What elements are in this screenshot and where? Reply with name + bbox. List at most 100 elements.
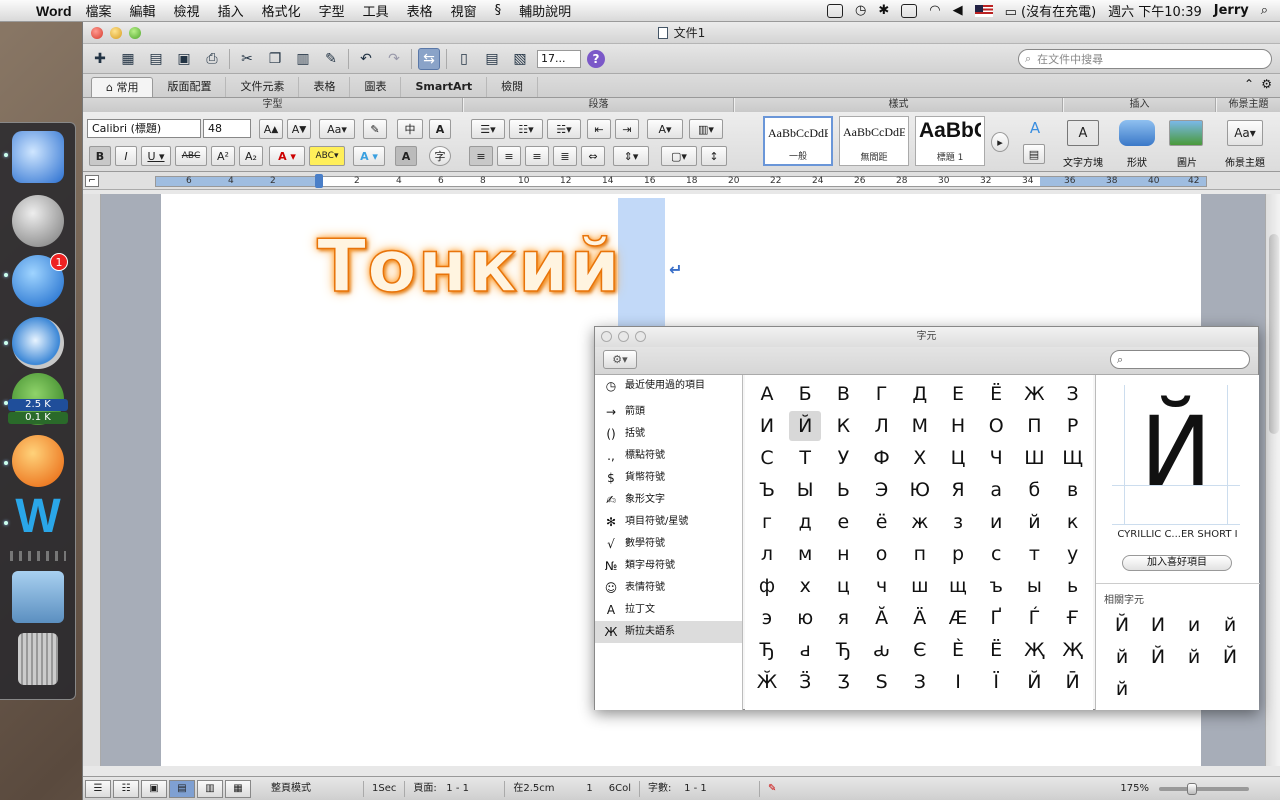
menu-insert[interactable]: 插入 [218, 1, 244, 20]
decrease-indent-button[interactable]: ⇤ [587, 119, 611, 139]
styles-next-button[interactable]: ▸ [991, 132, 1009, 152]
glyph-cell[interactable]: Ю [904, 475, 936, 505]
shape-icon[interactable] [1119, 120, 1155, 146]
menu-font[interactable]: 字型 [319, 1, 345, 20]
print-layout-view-button[interactable]: ▤ [169, 779, 195, 798]
spotlight-icon[interactable]: ⌕ [1261, 3, 1268, 18]
glyph-cell[interactable]: б [1018, 475, 1050, 505]
us-flag-input-icon[interactable] [974, 4, 993, 17]
glyph-cell[interactable]: р [942, 539, 974, 569]
glyph-cell[interactable]: Б [789, 379, 821, 409]
styles-pane-icon[interactable]: A [1021, 118, 1049, 138]
glyph-cell[interactable]: ы [1018, 571, 1050, 601]
category-item[interactable]: Ж 斯拉夫語系 [595, 621, 742, 643]
format-painter-icon[interactable]: ✎ [320, 48, 342, 70]
media-browser-icon[interactable]: ▧ [509, 48, 531, 70]
category-item[interactable]: № 類字母符號 [595, 555, 742, 577]
glyph-cell[interactable]: к [1057, 507, 1089, 537]
glyph-cell[interactable]: Ѓ [1018, 603, 1050, 633]
glyph-cell[interactable]: Ӓ [904, 603, 936, 633]
glyph-cell[interactable]: щ [942, 571, 974, 601]
align-center-button[interactable]: ≡ [497, 146, 521, 166]
finder-icon[interactable] [12, 131, 64, 183]
glyph-cell[interactable]: ш [904, 571, 936, 601]
app-store-icon[interactable]: 1 [12, 253, 68, 307]
collapse-ribbon-icon[interactable]: ⌃ [1244, 77, 1254, 91]
category-item[interactable]: √ 數學符號 [595, 533, 742, 555]
tab-tables[interactable]: 表格 [299, 77, 351, 97]
ribbon-settings-icon[interactable]: ⚙ [1261, 77, 1272, 91]
glyph-cell[interactable]: Ѕ [866, 667, 898, 697]
glyph-cell[interactable]: ё [866, 507, 898, 537]
glyph-cell[interactable]: Н [942, 411, 974, 441]
glyph-cell[interactable]: Җ [1057, 635, 1089, 665]
align-right-button[interactable]: ≡ [525, 146, 549, 166]
scrollbar-thumb[interactable] [1269, 234, 1279, 434]
glyph-cell[interactable]: З [1057, 379, 1089, 409]
clock[interactable]: 週六 下午10:39 [1108, 1, 1202, 20]
glyph-cell[interactable]: а [980, 475, 1012, 505]
glyph-cell[interactable]: Ц [942, 443, 974, 473]
glyph-cell[interactable]: Ё [980, 635, 1012, 665]
underline-button[interactable]: U ▾ [141, 146, 171, 166]
glyph-cell[interactable]: Ы [789, 475, 821, 505]
glyph-cell[interactable]: п [904, 539, 936, 569]
glyph-cell[interactable]: М [904, 411, 936, 441]
glyph-cell[interactable]: х [789, 571, 821, 601]
dragon-ball-icon[interactable] [12, 435, 64, 487]
character-search-input[interactable]: ⌕ [1110, 350, 1250, 369]
downloads-folder-icon[interactable] [12, 571, 64, 623]
category-item[interactable]: ✍ 象形文字 [595, 489, 742, 511]
save-icon[interactable]: ▣ [173, 48, 195, 70]
glyph-cell[interactable]: О [980, 411, 1012, 441]
italic-button[interactable]: I [115, 146, 137, 166]
clear-formatting-button[interactable]: ✎ [363, 119, 387, 139]
menu-file[interactable]: 檔案 [86, 1, 112, 20]
glyph-cell[interactable]: У [827, 443, 859, 473]
menu-window[interactable]: 視窗 [451, 1, 477, 20]
glyph-cell[interactable]: л [751, 539, 783, 569]
glyph-cell[interactable]: Ђ [751, 635, 783, 665]
related-glyph[interactable]: й [1176, 641, 1212, 673]
glyph-cell[interactable]: Й [1018, 667, 1050, 697]
glyph-cell[interactable]: Я [942, 475, 974, 505]
glyph-cell[interactable]: Э [866, 475, 898, 505]
glyph-cell[interactable]: Е [942, 379, 974, 409]
gear-icon[interactable]: ⚙▾ [603, 350, 637, 369]
new-document-icon[interactable]: ✚ [89, 48, 111, 70]
distributed-button[interactable]: ⇔ [581, 146, 605, 166]
category-item[interactable]: ., 標點符號 [595, 445, 742, 467]
glyph-cell[interactable]: т [1018, 539, 1050, 569]
bluetooth-icon[interactable]: ✱ [878, 3, 889, 18]
paste-icon[interactable]: ▥ [292, 48, 314, 70]
category-item[interactable]: A 拉丁文 [595, 599, 742, 621]
show-formatting-icon[interactable]: ⇆ [418, 47, 440, 70]
glyph-cell[interactable]: Ш [1018, 443, 1050, 473]
glyph-cell[interactable]: ԁ [789, 635, 821, 665]
category-item[interactable]: → 箭頭 [595, 401, 742, 423]
copy-icon[interactable]: ❐ [264, 48, 286, 70]
related-glyph[interactable]: Й [1140, 641, 1176, 673]
glyph-cell[interactable]: Ґ [980, 603, 1012, 633]
glyph-cell[interactable]: Щ [1057, 443, 1089, 473]
glyph-cell[interactable]: Ӕ [942, 603, 974, 633]
utorrent-icon[interactable]: 2.5 K 0.1 K [8, 373, 68, 425]
category-item[interactable]: ☺ 表情符號 [595, 577, 742, 599]
phonetic-guide-button[interactable]: 中 [397, 119, 423, 139]
glyph-cell[interactable]: ф [751, 571, 783, 601]
notebook-view-button[interactable]: ▥ [197, 779, 223, 798]
open-icon[interactable]: ▤ [145, 48, 167, 70]
glyph-cell[interactable]: Є [904, 635, 936, 665]
glyph-cell[interactable]: Ӣ [1057, 667, 1089, 697]
glyph-cell[interactable]: Ё [980, 379, 1012, 409]
menu-table[interactable]: 表格 [407, 1, 433, 20]
font-size-dropdown[interactable]: 48 [203, 119, 251, 138]
glyph-cell[interactable]: Й [789, 411, 822, 441]
glyph-cell[interactable]: Т [789, 443, 821, 473]
menu-view[interactable]: 檢視 [174, 1, 200, 20]
wifi-icon[interactable]: ◠ [929, 3, 940, 18]
glyph-cell[interactable]: ч [866, 571, 898, 601]
glyph-cell[interactable]: и [980, 507, 1012, 537]
safari-icon[interactable] [12, 317, 64, 369]
glyph-cell[interactable]: Л [866, 411, 898, 441]
